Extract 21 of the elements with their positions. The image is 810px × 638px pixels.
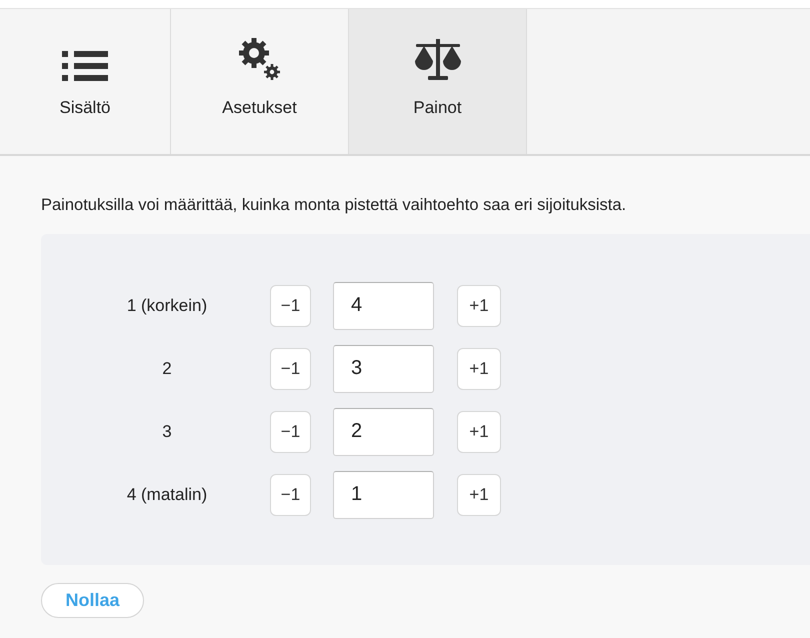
- weight-input[interactable]: 2: [333, 408, 434, 456]
- increment-button[interactable]: +1: [457, 348, 501, 390]
- increment-button[interactable]: +1: [457, 474, 501, 516]
- weight-input[interactable]: 3: [333, 344, 434, 393]
- weight-input[interactable]: 1: [333, 470, 434, 519]
- decrement-button[interactable]: −1: [270, 474, 311, 516]
- list-icon: [62, 50, 108, 80]
- rank-label: 4 (matalin): [126, 484, 208, 506]
- decrement-button[interactable]: −1: [270, 284, 311, 327]
- gears-icon: [238, 36, 282, 80]
- tab[interactable]: Painot: [349, 9, 527, 154]
- weight-input[interactable]: 4: [333, 282, 434, 330]
- decrement-button[interactable]: −1: [270, 348, 311, 390]
- rank-label: 1 (korkein): [126, 295, 208, 317]
- rank-label: 2: [161, 358, 173, 380]
- description-text: Painotuksilla voi määrittää, kuinka monta pistettä vaihtoehto saa eri sijoituksista.: [41, 195, 628, 216]
- rank-label: 3: [161, 421, 173, 443]
- decrement-button[interactable]: −1: [270, 410, 311, 453]
- scale-icon: [414, 36, 460, 80]
- increment-button[interactable]: +1: [457, 284, 501, 327]
- increment-button[interactable]: +1: [457, 410, 501, 453]
